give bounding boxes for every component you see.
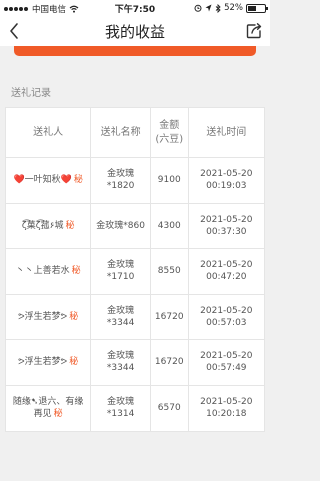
header-sender: 送礼人 (6, 108, 92, 157)
sender-name: 随缘➷退六、有缘再见 (12, 397, 84, 420)
sender-name: ❤️一叶知秋❤️ (13, 175, 72, 186)
time-cell: 2021-05-20 00:47:20 (200, 260, 253, 283)
gift-cell: 金玫瑰*860 (91, 203, 151, 248)
page-title: 我的收益 (104, 23, 165, 41)
time-cell: 2021-05-20 00:37:30 (200, 214, 253, 237)
status-right: 52% (194, 3, 268, 13)
time-cell: 2021-05-20 00:19:03 (200, 169, 253, 192)
nav-bar: 我的收益 (0, 16, 270, 46)
table-row: 随缘➷退六、有缘再见秘 金玫瑰*1314 6570 2021-05-20 10:… (6, 385, 264, 431)
sender-name: 丶丶上善若水 (15, 266, 70, 277)
gift-record-table: 送礼人 送礼名称 金额(六豆) 送礼时间 ❤️一叶知秋❤️ 秘 金玫瑰*1820 … (5, 107, 265, 432)
header-time: 送礼时间 (206, 126, 247, 138)
share-button[interactable] (244, 21, 264, 41)
sender-name: ᕗ浮生若梦ᕗ (18, 357, 68, 368)
gift-cell: 金玫瑰*1710 (91, 249, 151, 294)
secret-badge: 秘 (73, 175, 83, 186)
gift-cell: 金玫瑰*3344 (91, 294, 151, 339)
header-gift: 送礼名称 (91, 108, 151, 157)
table-row: ζ͡菓ζ͡菰۶城秘 金玫瑰*860 4300 2021-05-20 00:37:… (6, 203, 264, 249)
amount-cell: 9100 (151, 158, 189, 203)
secret-badge: 秘 (65, 220, 75, 231)
time-cell: 2021-05-20 00:57:49 (200, 351, 253, 374)
sender-name: ᕗ浮生若梦ᕗ (18, 311, 68, 322)
sender-cell: ᕗ浮生若梦ᕗ 秘 (6, 294, 92, 339)
amount-cell: 6570 (151, 385, 189, 431)
earnings-banner (14, 46, 256, 56)
sender-cell: ᕗ浮生若梦ᕗ 秘 (6, 340, 92, 385)
amount-cell: 16720 (151, 294, 189, 339)
sender-name: ζ͡菓ζ͡菰۶城 (21, 220, 64, 231)
header-amount: 金额(六豆) (151, 108, 189, 157)
table-row: 丶丶上善若水秘 金玫瑰*1710 8550 2021-05-20 00:47:2… (6, 249, 264, 295)
time-cell: 2021-05-20 10:20:18 (200, 397, 253, 420)
sender-cell: 随缘➷退六、有缘再见秘 (6, 385, 92, 431)
battery-icon (246, 3, 268, 13)
sender-cell: ζ͡菓ζ͡菰۶城秘 (6, 203, 92, 248)
sender-cell: ❤️一叶知秋❤️ 秘 (6, 158, 92, 203)
secret-badge: 秘 (69, 357, 79, 368)
share-icon (246, 23, 262, 39)
amount-cell: 8550 (151, 249, 189, 294)
secret-badge: 秘 (71, 266, 81, 277)
chevron-left-icon (10, 23, 18, 39)
status-bar: 中国电信 下午7:50 52% (0, 0, 270, 16)
amount-cell: 16720 (151, 340, 189, 385)
table-row: ᕗ浮生若梦ᕗ 秘 金玫瑰*3344 16720 2021-05-20 00:57:… (6, 340, 264, 386)
battery-level (248, 5, 257, 11)
bluetooth-icon (215, 3, 221, 13)
amount-cell: 4300 (151, 203, 189, 248)
section-title: 送礼记录 (11, 88, 51, 99)
gift-cell: 金玫瑰*3344 (91, 340, 151, 385)
gift-cell: 金玫瑰*1314 (91, 385, 151, 431)
time-cell: 2021-05-20 00:57:03 (200, 305, 253, 328)
gift-cell: 金玫瑰*1820 (91, 158, 151, 203)
alarm-icon (194, 4, 202, 12)
secret-badge: 秘 (53, 409, 63, 420)
table-row: ❤️一叶知秋❤️ 秘 金玫瑰*1820 9100 2021-05-20 00:19… (6, 158, 264, 204)
location-icon (205, 4, 212, 12)
secret-badge: 秘 (69, 311, 79, 322)
battery-percent: 52% (224, 3, 243, 13)
table-header: 送礼人 送礼名称 金额(六豆) 送礼时间 (6, 108, 264, 158)
table-row: ᕗ浮生若梦ᕗ 秘 金玫瑰*3344 16720 2021-05-20 00:57:… (6, 294, 264, 340)
back-button[interactable] (4, 19, 26, 43)
sender-cell: 丶丶上善若水秘 (6, 249, 92, 294)
